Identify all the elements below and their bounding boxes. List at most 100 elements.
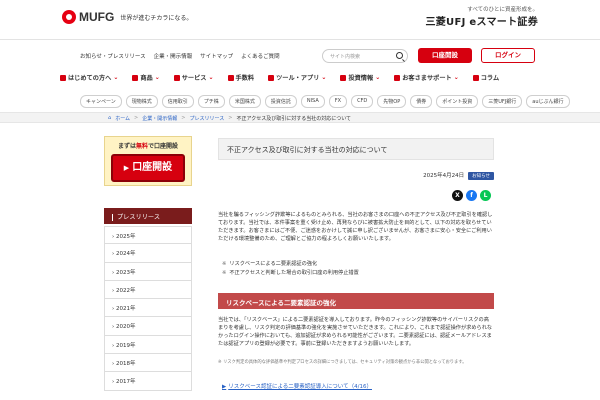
bullet-icon: ※ — [222, 270, 227, 276]
nav-fees[interactable]: 手数料 — [227, 73, 254, 82]
chevron-down-icon: ⌄ — [154, 74, 160, 81]
sidebar-item-2023[interactable]: › 2023年 — [104, 262, 192, 281]
tag-futures[interactable]: 先物OP — [377, 95, 407, 108]
article-date-row: 2025年4月24日 お知らせ — [218, 171, 494, 180]
tag-funds[interactable]: 投資信託 — [264, 95, 297, 108]
chevron-right-icon: › — [112, 287, 115, 294]
search-placeholder: サイト内検索 — [330, 54, 361, 60]
login-button[interactable]: ログイン — [481, 48, 535, 63]
search-icon[interactable] — [396, 52, 403, 59]
investment-info-icon — [340, 74, 347, 81]
sidebar-heading: プレスリリース — [104, 208, 192, 224]
tag-margin[interactable]: 信用取引 — [161, 95, 194, 108]
tag-points[interactable]: ポイント投資 — [436, 95, 479, 108]
column-icon — [472, 74, 479, 81]
breadcrumb: ⌂ ホーム > 企業・開示情報 > プレスリリース > 不正アクセス及び取引に対… — [0, 112, 600, 123]
breadcrumb-separator: > — [134, 115, 139, 121]
link-corporate[interactable]: 企業・開示情報 — [154, 52, 193, 60]
promo-box: まずは無料で口座開設 ▶ 口座開設 — [104, 136, 192, 186]
promo-label: まずは無料で口座開設 — [117, 143, 179, 150]
chevron-down-icon: ⌄ — [375, 74, 381, 81]
section-note: ※ リスク判定の具体的な評価基準や判定プロセスの詳細につきましては、セキュリティ… — [218, 360, 467, 365]
sidebar-item-2018[interactable]: › 2018年 — [104, 354, 192, 373]
tag-us-stocks[interactable]: 米国株式 — [228, 95, 261, 108]
chevron-down-icon: ⌄ — [321, 74, 327, 81]
breadcrumb-current: 不正アクセス及び取引に対する当社の対応について — [236, 116, 352, 122]
promo-open-account-button[interactable]: ▶ 口座開設 — [111, 154, 185, 182]
x-share-icon[interactable]: X — [452, 190, 463, 201]
mufg-logo-icon — [62, 10, 76, 24]
chevron-right-icon: › — [112, 342, 115, 349]
tag-petit[interactable]: プチ株 — [197, 95, 225, 108]
tools-icon — [268, 74, 275, 81]
tag-cfd[interactable]: CFD — [351, 95, 374, 108]
section-heading: リスクベースによる二要素認証の強化 — [218, 293, 494, 309]
line-share-icon[interactable]: L — [480, 190, 491, 201]
status-badge: お知らせ — [468, 171, 494, 180]
mufg-logo[interactable]: MUFG 世界が進むチカラになる。 — [62, 10, 192, 24]
article: 不正アクセス及び取引に対する当社の対応について 2025年4月24日 お知らせ X… — [218, 138, 494, 390]
brand-logo[interactable]: すべてのひとに資産形成を。 三菱UFJ eスマート証券 — [425, 5, 538, 28]
sidebar-item-2020[interactable]: › 2020年 — [104, 317, 192, 336]
list-item: ※ リスクベースによる二要素認証の強化 — [222, 261, 318, 267]
beginner-icon — [60, 74, 66, 81]
chevron-down-icon: ⌄ — [453, 74, 459, 81]
sidebar-item-2024[interactable]: › 2024年 — [104, 244, 192, 263]
chevron-right-icon: › — [112, 306, 115, 313]
promo-panel: まずは無料で口座開設 ▶ 口座開設 — [104, 136, 192, 186]
support-icon — [394, 74, 401, 81]
nav-investment-info[interactable]: 投資情報 ⌄ — [340, 73, 380, 82]
share-buttons: X f L — [452, 190, 491, 201]
chevron-right-icon: › — [112, 379, 115, 386]
quick-tags: キャンペーン 現物株式 信用取引 プチ株 米国株式 投資信託 NISA FX C… — [80, 95, 570, 108]
search-input[interactable]: サイト内検索 — [322, 49, 408, 63]
tag-jibun-bank[interactable]: auじぶん銀行 — [526, 95, 570, 108]
breadcrumb-separator: > — [228, 115, 233, 121]
nav-beginners[interactable]: はじめての方へ ⌄ — [60, 73, 118, 82]
sidebar-item-2019[interactable]: › 2019年 — [104, 335, 192, 355]
chevron-down-icon: ⌄ — [208, 74, 214, 81]
brand-slogan: すべてのひとに資産形成を。 — [467, 7, 538, 13]
open-account-button[interactable]: 口座開設 — [418, 48, 472, 63]
breadcrumb-separator: > — [181, 115, 186, 121]
nav-support[interactable]: お客さまサポート ⌄ — [394, 73, 459, 82]
measures-list: ※ リスクベースによる二要素認証の強化 ※ 不正アクセスと判断した場合の取引口座の利… — [222, 260, 359, 278]
tag-stocks[interactable]: 現物株式 — [125, 95, 158, 108]
nav-products[interactable]: 商品 ⌄ — [132, 73, 160, 82]
breadcrumb-home[interactable]: ホーム — [115, 115, 130, 122]
link-press[interactable]: お知らせ・プレスリリース — [80, 52, 146, 60]
bullet-icon: ※ — [222, 261, 227, 267]
fees-icon — [227, 74, 234, 81]
nav-column[interactable]: コラム — [472, 73, 499, 82]
chevron-right-icon: › — [112, 361, 115, 368]
section-body: 当社では、「リスクベース」による二要素認証を導入しております。昨今のフィッシング… — [218, 317, 493, 347]
chevron-right-icon: › — [112, 269, 115, 276]
nav-services[interactable]: サービス ⌄ — [173, 73, 214, 82]
breadcrumb-corporate[interactable]: 企業・開示情報 — [142, 115, 177, 122]
tag-fx[interactable]: FX — [328, 95, 348, 108]
chevron-right-icon: › — [112, 324, 115, 331]
tag-nisa[interactable]: NISA — [300, 95, 325, 108]
tag-campaign[interactable]: キャンペーン — [80, 95, 122, 108]
heading-bar-icon — [112, 213, 113, 221]
related-link[interactable]: ▶ リスクベース認証による二要素認証導入について（4/16） — [222, 382, 372, 390]
article-intro: 当社を騙るフィッシング詐欺等によるものとみられる、当社のお客さまの口座への不正ア… — [218, 212, 493, 242]
brand-name: 三菱UFJ eスマート証券 — [425, 17, 538, 28]
nav-tools[interactable]: ツール・アプリ ⌄ — [268, 73, 326, 82]
tag-bonds[interactable]: 債券 — [410, 95, 433, 108]
sidebar-item-2021[interactable]: › 2021年 — [104, 299, 192, 318]
list-item: ※ 不正アクセスと判断した場合の取引口座の利用停止措置 — [222, 270, 359, 276]
triangle-right-icon: ▶ — [222, 384, 227, 390]
link-faq[interactable]: よくあるご質問 — [241, 52, 280, 60]
main-nav: はじめての方へ ⌄ 商品 ⌄ サービス ⌄ 手数料 ツール・アプリ ⌄ 投資情報 ⌄ お客… — [0, 73, 600, 89]
link-sitemap[interactable]: サイトマップ — [200, 52, 233, 60]
logo-text: MUFG — [79, 10, 115, 24]
services-icon — [173, 74, 180, 81]
sidebar-item-2022[interactable]: › 2022年 — [104, 280, 192, 300]
sidebar-item-2025[interactable]: › 2025年 — [104, 226, 192, 245]
sidebar-item-2017[interactable]: › 2017年 — [104, 372, 192, 391]
breadcrumb-press[interactable]: プレスリリース — [189, 115, 224, 122]
facebook-share-icon[interactable]: f — [466, 190, 477, 201]
article-date: 2025年4月24日 — [423, 173, 465, 179]
tag-mufg-bank[interactable]: 三菱UFJ銀行 — [482, 95, 523, 108]
